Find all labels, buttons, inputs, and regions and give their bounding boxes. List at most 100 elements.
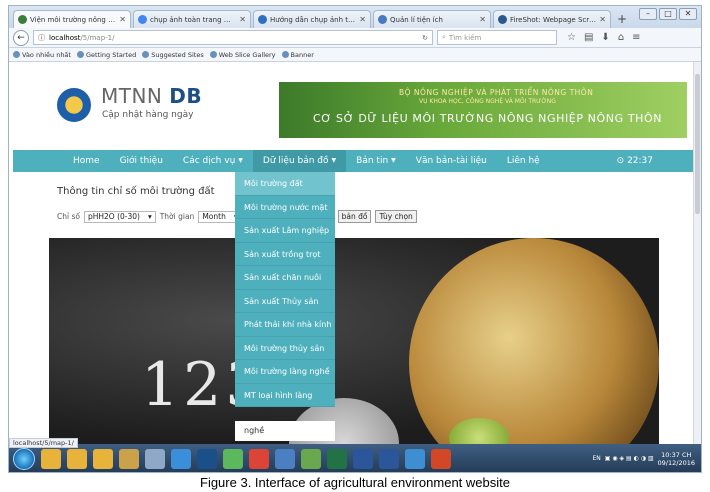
menu-documents[interactable]: Văn bản-tài liệu xyxy=(406,150,497,172)
start-button-icon[interactable] xyxy=(13,447,35,470)
ie-icon[interactable] xyxy=(171,448,191,469)
bookmarks-bar: Vào nhiều nhất Getting Started Suggested… xyxy=(9,48,701,62)
word-icon[interactable] xyxy=(379,448,399,469)
maximize-icon[interactable]: □ xyxy=(659,8,677,20)
dropdown-item-greenhouse-gas[interactable]: Phát thải khí nhà kính xyxy=(235,313,335,337)
dropdown-item-fisheries[interactable]: Sản xuất Thủy sản xyxy=(235,290,335,313)
folder-icon[interactable] xyxy=(41,448,61,469)
info-icon[interactable]: ⓘ xyxy=(38,33,45,43)
dropdown-item-surface-water[interactable]: Môi trường nước mặt xyxy=(235,196,335,219)
bookmark-item[interactable]: Getting Started xyxy=(76,51,136,59)
indicator-label: Chỉ số xyxy=(57,212,80,221)
pen-icon[interactable] xyxy=(275,448,295,469)
powerpoint-icon[interactable] xyxy=(431,448,451,469)
banner-department: VỤ KHOA HỌC, CÔNG NGHỆ VÀ MÔI TRƯỜNG xyxy=(419,98,556,105)
tab-title: Quản lí tiện ích xyxy=(390,15,443,24)
hero-image: 123 xyxy=(49,238,659,444)
star-icon[interactable]: ☆ xyxy=(567,32,576,43)
tab-site[interactable]: Viện môi trường nông ngh... ✕ xyxy=(13,10,131,28)
bookmark-item[interactable]: Banner xyxy=(281,51,314,59)
close-icon[interactable]: ✕ xyxy=(359,15,366,24)
main-menu: Home Giới thiệu Các dịch vụ ▼ Dữ liệu bản… xyxy=(13,150,693,172)
folder-icon[interactable] xyxy=(67,448,87,469)
bookmark-icon xyxy=(76,51,84,58)
dropdown-item-livestock[interactable]: Sản xuất chăn nuôi xyxy=(235,266,335,290)
clipboard-icon[interactable]: ▤ xyxy=(584,32,593,43)
tab-fireshot[interactable]: FireShot: Webpage Screens... ✕ xyxy=(493,10,611,28)
fireshot-icon xyxy=(498,15,507,24)
home-icon[interactable]: ⌂ xyxy=(618,32,624,43)
close-window-icon[interactable]: ✕ xyxy=(679,8,697,20)
hamburger-menu-icon[interactable]: ≡ xyxy=(632,32,640,43)
page-scrollbar[interactable] xyxy=(693,62,701,444)
dropdown-item-cultivation[interactable]: Sản xuất trồng trọt xyxy=(235,243,335,266)
menu-clock: ⊙ 22:37 xyxy=(616,156,653,166)
time-label: Thời gian xyxy=(159,212,195,221)
search-input[interactable]: ⌕ Tìm kiếm xyxy=(437,30,557,45)
globe-image xyxy=(409,238,659,444)
site-logo-title[interactable]: MTNN DB xyxy=(101,84,202,108)
minimize-icon[interactable]: – xyxy=(639,8,657,20)
close-icon[interactable]: ✕ xyxy=(479,15,486,24)
dropdown-item-forestry[interactable]: Sản xuất Lâm nghiệp xyxy=(235,219,335,243)
browser-nav-bar: ← ⓘ localhost/5/map-1/ ↻ ⌕ Tìm kiếm ☆ ▤ … xyxy=(9,28,701,48)
wechat-icon[interactable] xyxy=(223,448,243,469)
map-data-dropdown: Môi trường đất Môi trường nước mặt Sản x… xyxy=(235,172,335,407)
bookmark-item[interactable]: Vào nhiều nhất xyxy=(13,51,71,59)
puzzle-icon xyxy=(378,15,387,24)
dropdown-item-craft-village[interactable]: Môi trường làng nghề xyxy=(235,360,335,384)
map-button[interactable]: bản đồ xyxy=(337,210,372,223)
tab-google[interactable]: chụp ảnh toàn trang web -... ✕ xyxy=(133,10,251,28)
menu-services[interactable]: Các dịch vụ ▼ xyxy=(173,150,253,172)
tray-icons[interactable]: ▣ ◉ ◈ ▤ ◐ ◑ ▥ xyxy=(605,455,654,462)
menu-news[interactable]: Bản tin ▼ xyxy=(346,150,406,172)
options-button[interactable]: Tùy chọn xyxy=(375,210,417,223)
bookmark-item[interactable]: Suggested Sites xyxy=(142,51,204,59)
new-tab-button[interactable]: + xyxy=(617,12,627,26)
excel-icon[interactable] xyxy=(327,448,347,469)
tray-clock[interactable]: 10:37 CH 09/12/2016 xyxy=(658,451,695,467)
menu-map-data[interactable]: Dữ liệu bản đồ ▼ xyxy=(252,150,347,172)
system-tray: EN ▣ ◉ ◈ ▤ ◐ ◑ ▥ 10:37 CH 09/12/2016 xyxy=(592,451,701,467)
wheat-logo-icon[interactable] xyxy=(57,88,91,122)
indicator-select[interactable]: pHH2O (0-30) ▾ xyxy=(83,210,156,223)
url-host: localhost xyxy=(49,33,81,42)
dropdown-item-village-type[interactable]: MT loại hình làng xyxy=(235,384,335,407)
browser-icon[interactable] xyxy=(405,448,425,469)
url-path: /5/map-1/ xyxy=(80,33,115,42)
banner-title: CƠ SỞ DỮ LIỆU MÔI TRƯỜNG NÔNG NGHIỆP NÔN… xyxy=(313,112,663,125)
clock-icon: ⊙ xyxy=(616,156,625,166)
close-icon[interactable]: ✕ xyxy=(239,15,246,24)
chrome-icon[interactable] xyxy=(249,448,269,469)
paint-icon[interactable] xyxy=(145,448,165,469)
tab-addons[interactable]: Quản lí tiện ích ✕ xyxy=(373,10,491,28)
close-icon[interactable]: ✕ xyxy=(599,15,606,24)
status-url: localhost/5/map-1/ xyxy=(9,438,78,448)
web-page: MTNN DB Cập nhật hàng ngày BỘ NÔNG NGHIỆ… xyxy=(9,62,701,444)
back-arrow-icon[interactable]: ← xyxy=(13,29,29,46)
dropdown-item-aquatic-env[interactable]: Môi trường thủy sản xyxy=(235,337,335,360)
search-placeholder: Tìm kiếm xyxy=(448,33,482,42)
tab-guide[interactable]: Hướng dẫn chụp ảnh toàn ... ✕ xyxy=(253,10,371,28)
dropdown-item-soil[interactable]: Môi trường đất xyxy=(235,172,335,196)
menu-about[interactable]: Giới thiệu xyxy=(110,150,173,172)
word-icon[interactable] xyxy=(353,448,373,469)
url-bar[interactable]: ⓘ localhost/5/map-1/ ↻ xyxy=(33,30,433,45)
chevron-down-icon: ▾ xyxy=(147,212,152,221)
scrollbar-thumb[interactable] xyxy=(695,74,700,214)
language-indicator[interactable]: EN xyxy=(592,455,600,462)
image-icon[interactable] xyxy=(301,448,321,469)
download-icon[interactable]: ⬇ xyxy=(601,32,609,43)
close-icon[interactable]: ✕ xyxy=(119,15,126,24)
bookmark-icon xyxy=(142,51,150,58)
archive-icon[interactable] xyxy=(119,448,139,469)
toolbar-icons: ☆ ▤ ⬇ ⌂ ≡ xyxy=(567,32,641,43)
folder-icon[interactable] xyxy=(93,448,113,469)
search-icon: ⌕ xyxy=(442,33,446,41)
reload-icon[interactable]: ↻ xyxy=(422,34,428,42)
bookmark-item[interactable]: Web Slice Gallery xyxy=(209,51,276,59)
photoshop-icon[interactable] xyxy=(197,448,217,469)
bookmark-icon xyxy=(281,51,289,58)
menu-home[interactable]: Home xyxy=(63,150,110,172)
menu-contact[interactable]: Liên hệ xyxy=(497,150,550,172)
